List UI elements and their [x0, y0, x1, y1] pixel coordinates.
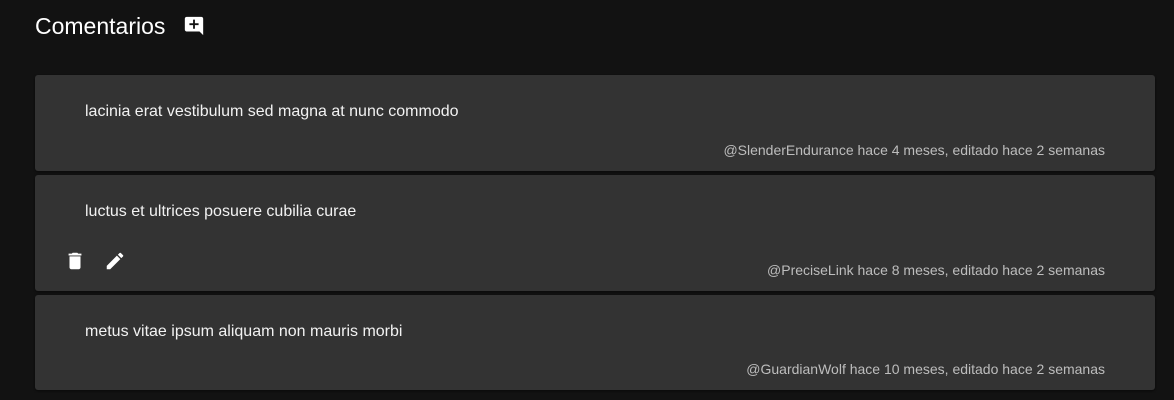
comment-meta: @GuardianWolf hace 10 meses, editado hac…	[746, 361, 1105, 377]
comment-actions	[63, 249, 127, 273]
comment-text: lacinia erat vestibulum sed magna at nun…	[85, 103, 459, 120]
delete-icon	[68, 252, 82, 270]
comment-meta: @PreciseLink hace 8 meses, editado hace …	[767, 262, 1105, 278]
add-comment-button[interactable]	[181, 13, 207, 39]
comment-card: luctus et ultrices posuere cubilia curae…	[35, 175, 1155, 291]
comment-list: lacinia erat vestibulum sed magna at nun…	[35, 75, 1155, 394]
edit-icon	[106, 252, 124, 270]
comment-card: metus vitae ipsum aliquam non mauris mor…	[35, 295, 1155, 390]
comment-meta: @SlenderEndurance hace 4 meses, editado …	[723, 142, 1105, 158]
comment-card: lacinia erat vestibulum sed magna at nun…	[35, 75, 1155, 171]
delete-comment-button[interactable]	[63, 249, 87, 273]
page-title: Comentarios	[35, 13, 166, 39]
comment-text: metus vitae ipsum aliquam non mauris mor…	[85, 323, 403, 340]
comments-header: Comentarios	[35, 9, 207, 43]
add-comment-icon	[185, 16, 204, 36]
edit-comment-button[interactable]	[103, 249, 127, 273]
comment-text: luctus et ultrices posuere cubilia curae	[85, 203, 357, 220]
